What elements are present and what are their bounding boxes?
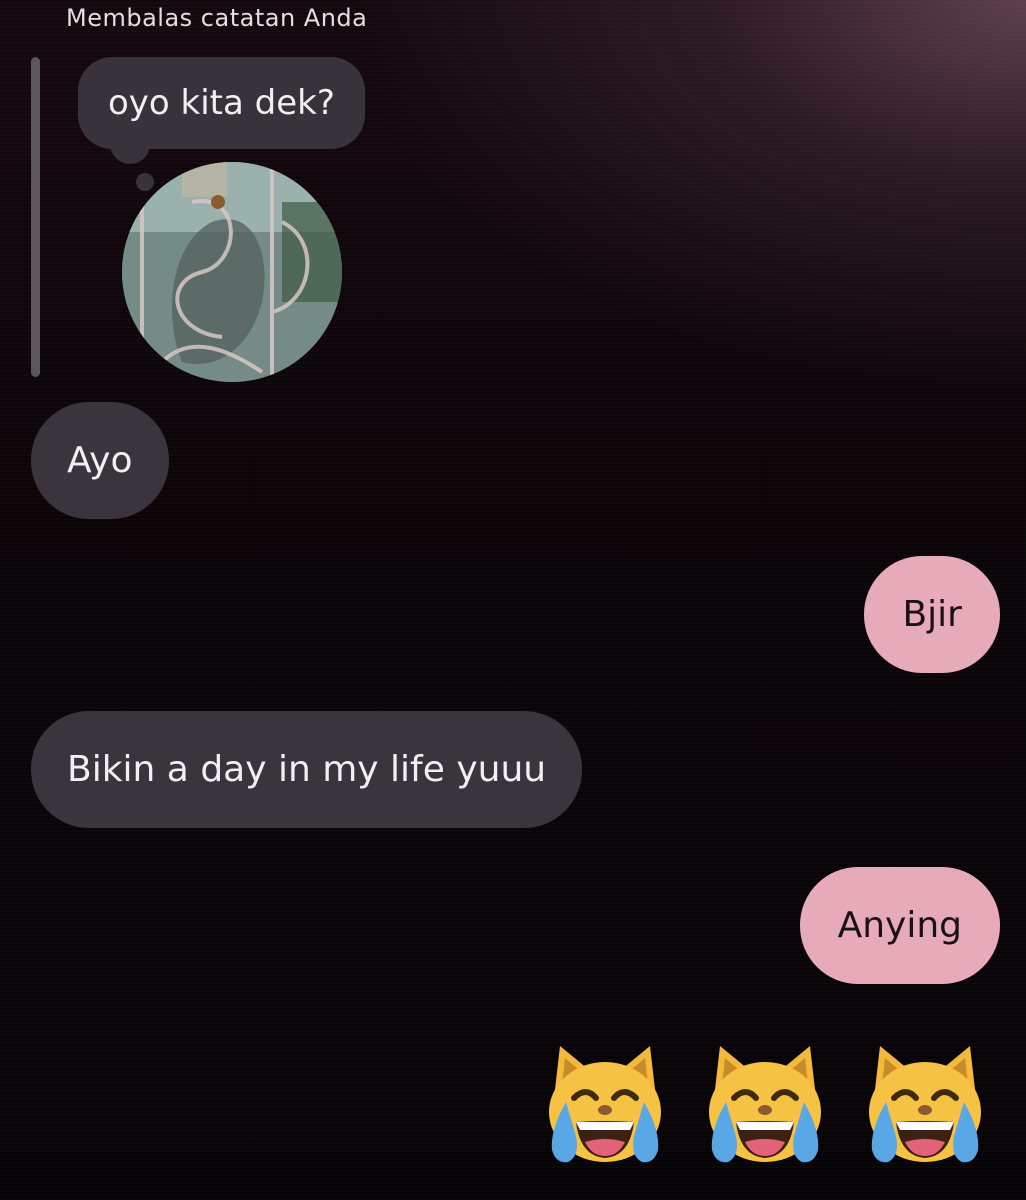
message-bubble-outgoing[interactable]: Bjir (864, 556, 1000, 673)
message-bubble-incoming[interactable]: Ayo (31, 402, 169, 519)
note-bubble-tail-dot (136, 173, 154, 191)
cat-tears-of-joy-icon (709, 1046, 821, 1163)
note-author-avatar[interactable] (122, 162, 342, 382)
note-bubble-tail (110, 138, 150, 164)
message-bubble-incoming[interactable]: Bikin a day in my life yuuu (31, 711, 583, 828)
cat-tears-of-joy-icon (549, 1046, 661, 1163)
emoji-message[interactable] (540, 1040, 990, 1170)
cat-tears-of-joy-icon (869, 1046, 981, 1163)
reply-indicator-bar (31, 57, 40, 377)
message-bubble-outgoing[interactable]: Anying (799, 867, 1000, 984)
avatar-photo (122, 162, 342, 382)
replied-note-bubble[interactable]: oyo kita dek? (78, 57, 365, 149)
reply-header: Membalas catatan Anda (66, 4, 368, 32)
